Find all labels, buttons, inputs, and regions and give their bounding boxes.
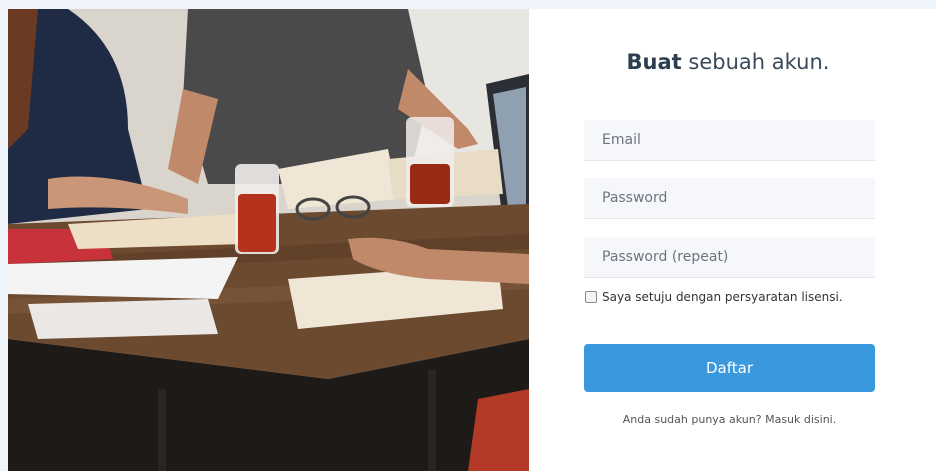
email-field[interactable] — [584, 120, 875, 161]
password-repeat-field[interactable] — [584, 237, 875, 278]
login-link[interactable]: Anda sudah punya akun? Masuk disini. — [584, 413, 875, 426]
people-at-table-image — [8, 9, 529, 471]
terms-row[interactable]: Saya setuju dengan persyaratan lisensi. — [585, 290, 843, 304]
form-title-rest: sebuah akun. — [681, 50, 830, 74]
form-title-bold: Buat — [626, 50, 682, 74]
password-field[interactable] — [584, 178, 875, 219]
register-button[interactable]: Daftar — [584, 344, 875, 392]
hero-photo — [8, 9, 529, 471]
terms-label: Saya setuju dengan persyaratan lisensi. — [602, 290, 843, 304]
form-title: Buat sebuah akun. — [520, 50, 936, 74]
terms-checkbox[interactable] — [585, 291, 597, 303]
